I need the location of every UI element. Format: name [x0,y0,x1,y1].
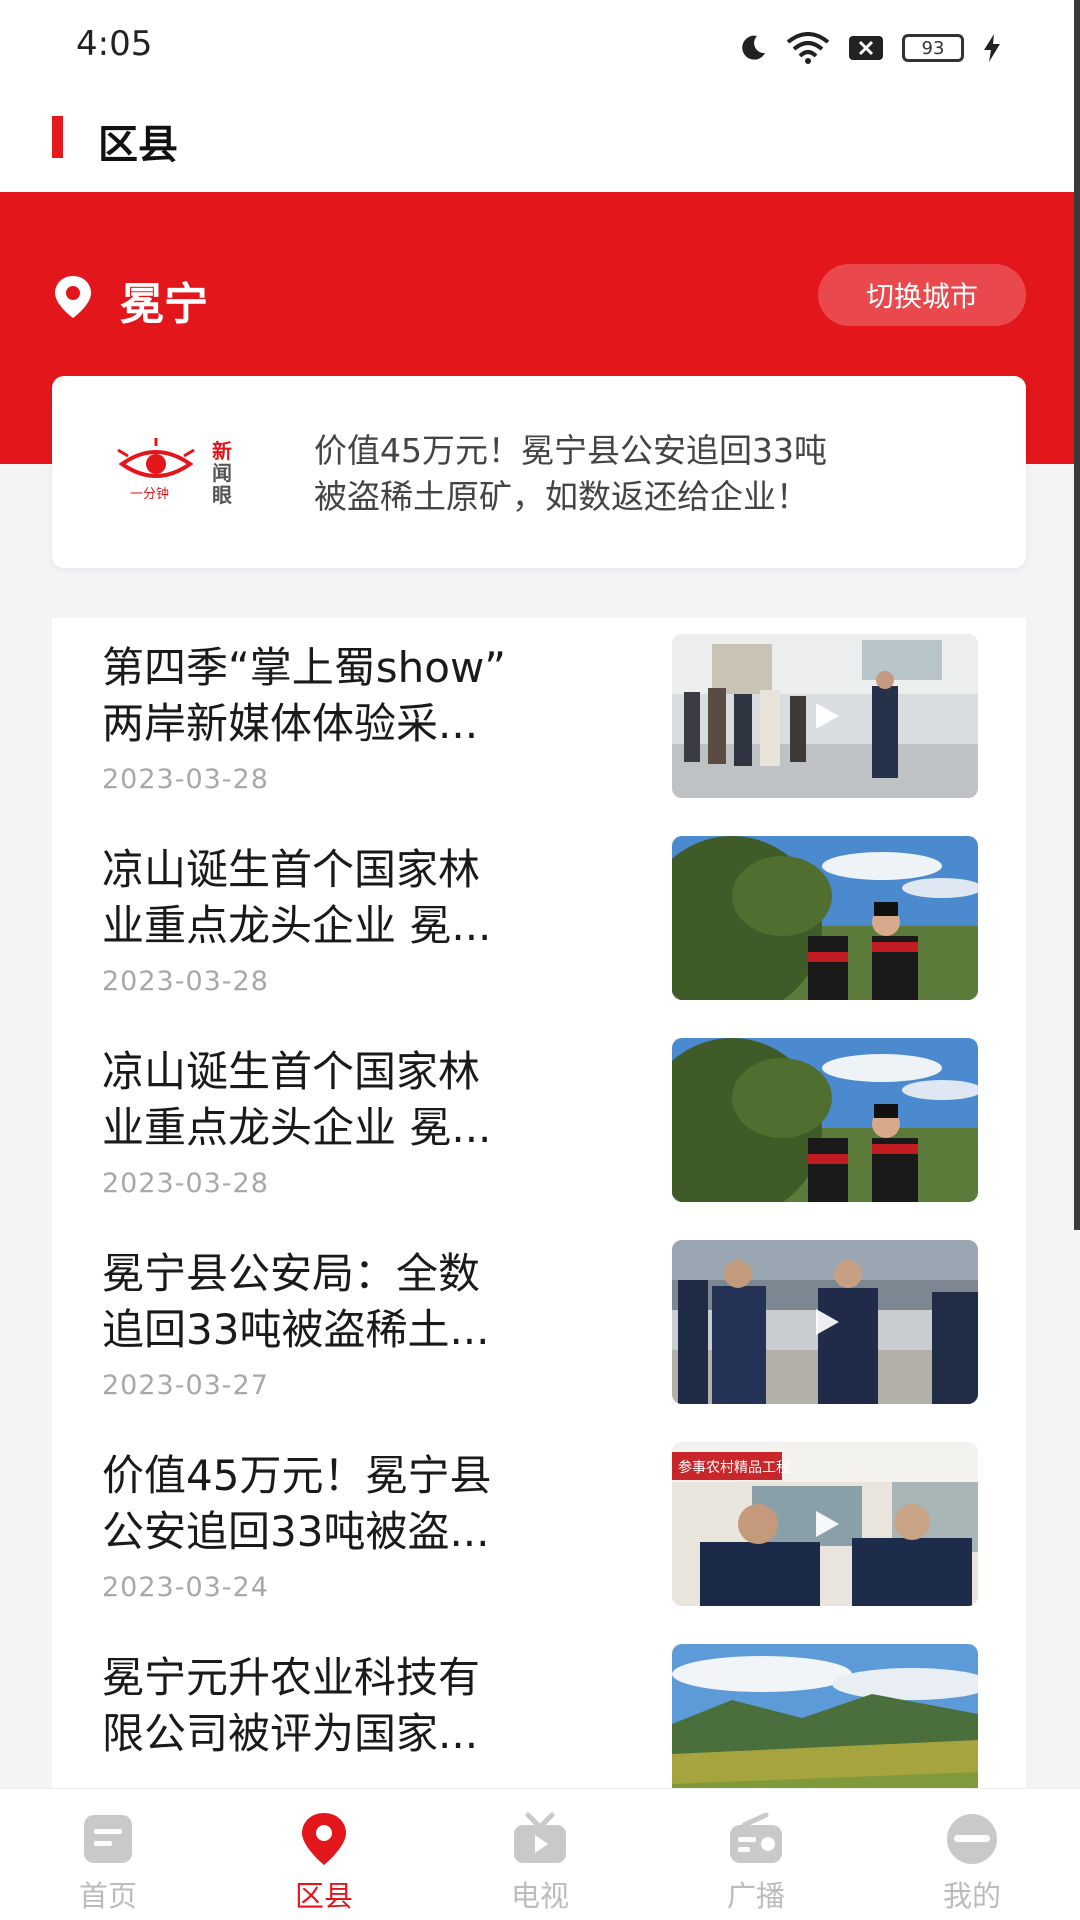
news-thumbnail: 参事农村精品工程 [672,1442,978,1606]
thumb-banner-text: 参事农村精品工程 [678,1459,790,1476]
news-title-line: 第四季“掌上蜀show” [102,643,507,692]
news-title-line: 公安追回33吨被盗... [102,1507,490,1556]
feature-headline-line: 被盗稀土原矿，如数返还给企业！ [314,477,809,516]
news-date: 2023-03-28 [102,764,269,795]
feature-headline-line: 价值45万元！冕宁县公安追回33吨 [314,431,827,470]
news-item[interactable]: 冕宁县公安局：全数 追回33吨被盗稀土... 2023-03-27 [52,1224,1026,1426]
location-pin-icon [55,276,91,318]
play-icon[interactable] [810,700,842,732]
page-title: 区县 [98,122,178,168]
news-title: 冕宁县公安局：全数 追回33吨被盗稀土... [102,1246,662,1358]
current-city: 冕宁 [120,279,208,330]
scrollbar[interactable] [1074,0,1080,1230]
logo-char: 新 [212,439,232,463]
news-eye-logo-icon: 一分钟 新 闻 眼 [117,438,232,507]
tab-label: 电视 [510,1879,569,1913]
news-date: 2023-03-28 [102,1168,269,1199]
news-thumbnail [672,1644,978,1788]
sim-icon [849,36,883,60]
tab-label: 首页 [78,1879,137,1913]
news-title-line: 价值45万元！冕宁县 [102,1451,492,1500]
tab-label: 我的 [942,1879,1001,1913]
news-thumbnail [672,634,978,798]
news-item[interactable]: 凉山诞生首个国家林 业重点龙头企业 冕... 2023-03-28 [52,1022,1026,1224]
news-item[interactable]: 第四季“掌上蜀show” 两岸新媒体体验采... 2023-03-28 [52,618,1026,820]
news-title: 凉山诞生首个国家林 业重点龙头企业 冕... [102,842,662,954]
status-time: 4:05 [76,24,153,64]
news-date: 2023-03-28 [102,966,269,997]
news-title-line: 业重点龙头企业 冕... [102,1103,492,1152]
news-title: 第四季“掌上蜀show” 两岸新媒体体验采... [102,640,662,752]
radio-icon [730,1812,782,1863]
switch-city-button[interactable]: 切换城市 [818,264,1026,326]
news-title: 冕宁元升农业科技有 限公司被评为国家... [102,1650,662,1762]
play-icon[interactable] [810,1508,842,1540]
feature-headline: 价值45万元！冕宁县公安追回33吨 被盗稀土原矿，如数返还给企业！ [314,428,994,520]
wifi-icon [786,32,830,64]
charging-icon [984,34,1000,62]
tab-tv[interactable]: 电视 [432,1789,648,1920]
news-title-line: 冕宁县公安局：全数 [102,1249,481,1298]
tab-home[interactable]: 首页 [0,1789,216,1920]
tab-profile[interactable]: 我的 [864,1789,1080,1920]
news-thumbnail [672,836,978,1000]
news-item[interactable]: 冕宁元升农业科技有 限公司被评为国家... [52,1628,1026,1788]
moon-icon [742,35,765,60]
news-item[interactable]: 凉山诞生首个国家林 业重点龙头企业 冕... 2023-03-28 [52,820,1026,1022]
status-icons: 93 [738,30,1002,66]
status-bar: 4:05 93 [0,0,1080,96]
logo-char: 眼 [212,483,232,507]
news-thumbnail [672,1240,978,1404]
tab-label: 广播 [726,1879,785,1913]
battery-icon: 93 [902,34,964,62]
news-title-line: 业重点龙头企业 冕... [102,901,492,950]
play-icon[interactable] [810,1306,842,1338]
tab-radio[interactable]: 广播 [648,1789,864,1920]
news-title-line: 追回33吨被盗稀土... [102,1305,490,1354]
news-title-line: 限公司被评为国家... [102,1709,479,1758]
profile-icon [947,1814,997,1864]
news-item[interactable]: 价值45万元！冕宁县 公安追回33吨被盗... 2023-03-24 参事农村精… [52,1426,1026,1628]
news-title: 价值45万元！冕宁县 公安追回33吨被盗... [102,1448,662,1560]
news-list: 第四季“掌上蜀show” 两岸新媒体体验采... 2023-03-28 凉山诞生… [52,618,1026,1788]
news-title-line: 凉山诞生首个国家林 [102,1047,481,1096]
news-title-line: 两岸新媒体体验采... [102,699,479,748]
location-pin-icon [302,1813,346,1865]
logo-char: 闻 [212,461,232,485]
home-icon [84,1815,132,1863]
tv-icon [514,1812,566,1863]
page-header: 区县 [0,96,1080,192]
feature-news-card[interactable]: 一分钟 新 闻 眼 价值45万元！冕宁县公安追回33吨 被盗稀土原矿，如数返还给… [52,376,1026,568]
bottom-tab-bar: 首页 区县 电视 广播 我的 [0,1788,1080,1920]
news-thumbnail [672,1038,978,1202]
news-title: 凉山诞生首个国家林 业重点龙头企业 冕... [102,1044,662,1156]
news-title-line: 冕宁元升农业科技有 [102,1653,481,1702]
header-accent-bar [52,116,63,158]
news-title-line: 凉山诞生首个国家林 [102,845,481,894]
tab-district[interactable]: 区县 [216,1789,432,1920]
news-date: 2023-03-24 [102,1572,269,1603]
logo-caption: 一分钟 [130,486,169,502]
news-date: 2023-03-27 [102,1370,269,1401]
tab-label: 区县 [294,1879,353,1913]
